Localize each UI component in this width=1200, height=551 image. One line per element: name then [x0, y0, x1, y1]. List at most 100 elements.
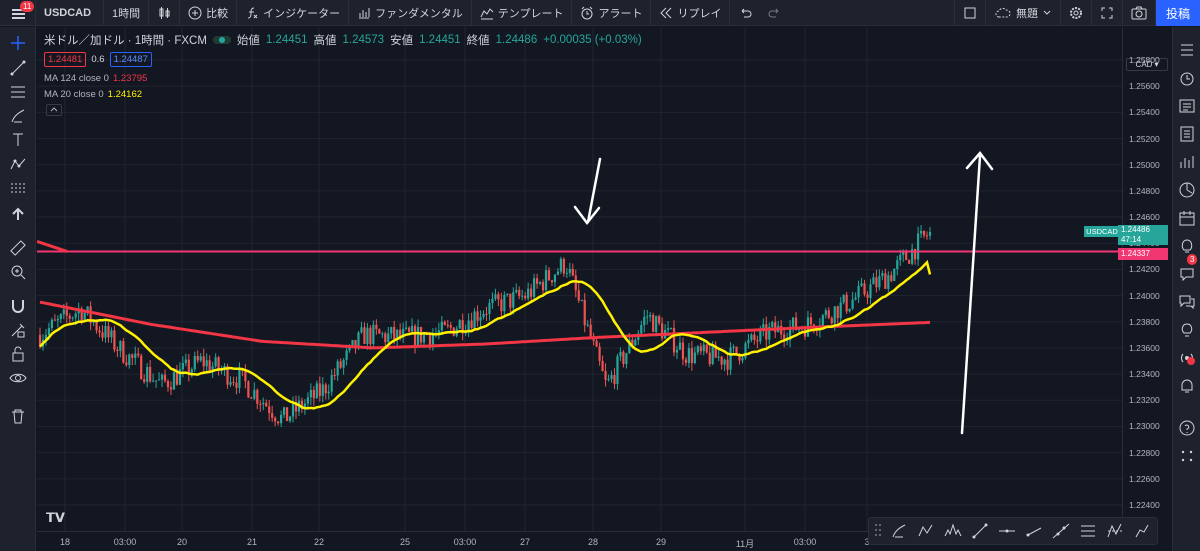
help-icon[interactable] [1178, 419, 1196, 437]
time-tick-label: 03:00 [793, 537, 817, 547]
layout-select-button[interactable] [954, 0, 986, 26]
parallel-channel-icon[interactable] [1079, 522, 1097, 540]
main-menu-button[interactable]: 11 [0, 0, 36, 26]
ideas-icon[interactable] [1178, 321, 1196, 339]
watchlist-icon[interactable] [1178, 41, 1196, 59]
fullscreen-button[interactable] [1092, 0, 1123, 26]
candle-body [598, 346, 601, 361]
candle-body [193, 356, 196, 370]
candle-body [652, 315, 655, 332]
head-shoulders-icon[interactable] [944, 522, 962, 540]
trend-line-icon[interactable] [9, 59, 27, 77]
horizontal-line-icon[interactable] [998, 522, 1016, 540]
timer-icon[interactable] [1178, 181, 1196, 199]
sell-button[interactable]: 1.24481 [44, 52, 87, 67]
price-chart[interactable] [37, 27, 1122, 531]
xabcd-pattern-icon[interactable] [917, 522, 935, 540]
candle-body [428, 334, 432, 345]
price-tick-label: 1.24600 [1129, 212, 1160, 223]
candle-body [916, 233, 920, 260]
chats-icon[interactable] [1178, 293, 1196, 311]
templates-button[interactable]: テンプレート [472, 0, 573, 26]
candle-body [199, 356, 202, 361]
alarm-clock-icon[interactable] [1178, 69, 1196, 87]
lock-icon[interactable] [9, 345, 27, 363]
ma-20-legend[interactable]: MA 20 close 0 1.24162 [44, 89, 142, 100]
legend-collapse-button[interactable] [46, 104, 62, 116]
trash-icon[interactable] [9, 407, 27, 425]
pattern-icon[interactable] [9, 155, 27, 173]
snapshot-button[interactable] [1123, 0, 1156, 26]
dots-grid-icon[interactable] [1178, 447, 1196, 465]
brush-icon[interactable] [9, 107, 27, 125]
buy-button[interactable]: 1.24487 [109, 52, 152, 67]
candle-body [407, 327, 411, 332]
candle-body [390, 327, 393, 334]
path-icon[interactable] [1133, 522, 1151, 540]
alarm-clock-icon [581, 6, 593, 19]
zoom-in-icon[interactable] [9, 263, 27, 281]
data-window-icon[interactable] [1178, 125, 1196, 143]
candle-body [702, 344, 705, 352]
undo-button[interactable] [730, 0, 760, 26]
candle-body [476, 311, 479, 321]
ruler-icon[interactable] [9, 239, 27, 257]
alert-button[interactable]: アラート [572, 0, 652, 26]
news-icon[interactable] [1178, 97, 1196, 115]
eye-icon[interactable] [9, 369, 27, 387]
favorites-drawing-toolbar [868, 517, 1158, 545]
layout-name-button[interactable]: 無題 [986, 0, 1061, 26]
compare-button[interactable]: 比較 [180, 0, 238, 26]
price-axis[interactable]: CAD ▾ 1.25800 1.25600 1.25400 1.25200 1.2500… [1122, 27, 1172, 531]
magnet-icon[interactable] [9, 297, 27, 315]
candle-body [53, 319, 56, 321]
replay-button[interactable]: リプレイ [651, 0, 731, 26]
ma-124-legend[interactable]: MA 124 close 0 1.23795 [44, 73, 147, 84]
candle-body [149, 366, 152, 382]
candle-body [68, 315, 71, 319]
candle-body [339, 361, 342, 368]
lock-drawing-icon[interactable] [9, 321, 27, 339]
candle-body [535, 278, 539, 284]
price-tick-label: 1.23000 [1129, 421, 1160, 432]
candle-body [282, 407, 286, 415]
chart-type-button[interactable] [149, 0, 181, 26]
candle-body [690, 348, 693, 364]
candle-body [152, 380, 155, 382]
candle-body [128, 354, 131, 366]
candle-body [756, 340, 759, 342]
candle-body [134, 353, 137, 358]
candle-body [655, 316, 658, 332]
ray-icon[interactable] [1025, 522, 1043, 540]
redo-button[interactable] [760, 0, 790, 26]
text-icon[interactable] [9, 131, 27, 149]
candle-body [821, 315, 824, 326]
candle-body [872, 277, 875, 285]
horizontal-lines-icon[interactable] [9, 83, 27, 101]
interval-button[interactable]: 1時間 [104, 0, 150, 26]
crosshair-icon[interactable] [9, 34, 27, 52]
arrow-up-icon[interactable] [9, 205, 27, 223]
settings-button[interactable] [1061, 0, 1092, 26]
fib-retracement-icon[interactable] [1106, 522, 1124, 540]
calendar-icon[interactable] [1178, 209, 1196, 227]
candle-body [56, 318, 59, 321]
prediction-icon[interactable] [9, 179, 27, 197]
lightbulb-icon[interactable] [1178, 237, 1196, 255]
trend-line-icon[interactable] [971, 522, 989, 540]
candle-body [848, 308, 851, 312]
symbol-search-button[interactable]: USDCAD [36, 0, 104, 26]
candle-body [830, 317, 833, 324]
fundamentals-button[interactable]: ファンダメンタル [349, 0, 472, 26]
notifications-icon[interactable] [1178, 377, 1196, 395]
indicators-button[interactable]: インジケーター [237, 0, 350, 26]
chat-icon[interactable] [1178, 265, 1196, 283]
brush-icon[interactable] [890, 522, 908, 540]
extended-line-icon[interactable] [1052, 522, 1070, 540]
candle-body [765, 324, 768, 340]
candle-body [312, 389, 315, 399]
spread-value: 0.6 [91, 54, 105, 65]
hotlist-icon[interactable] [1178, 153, 1196, 171]
drag-handle-icon[interactable] [874, 521, 882, 539]
post-idea-button[interactable]: 投稿 [1156, 0, 1200, 26]
